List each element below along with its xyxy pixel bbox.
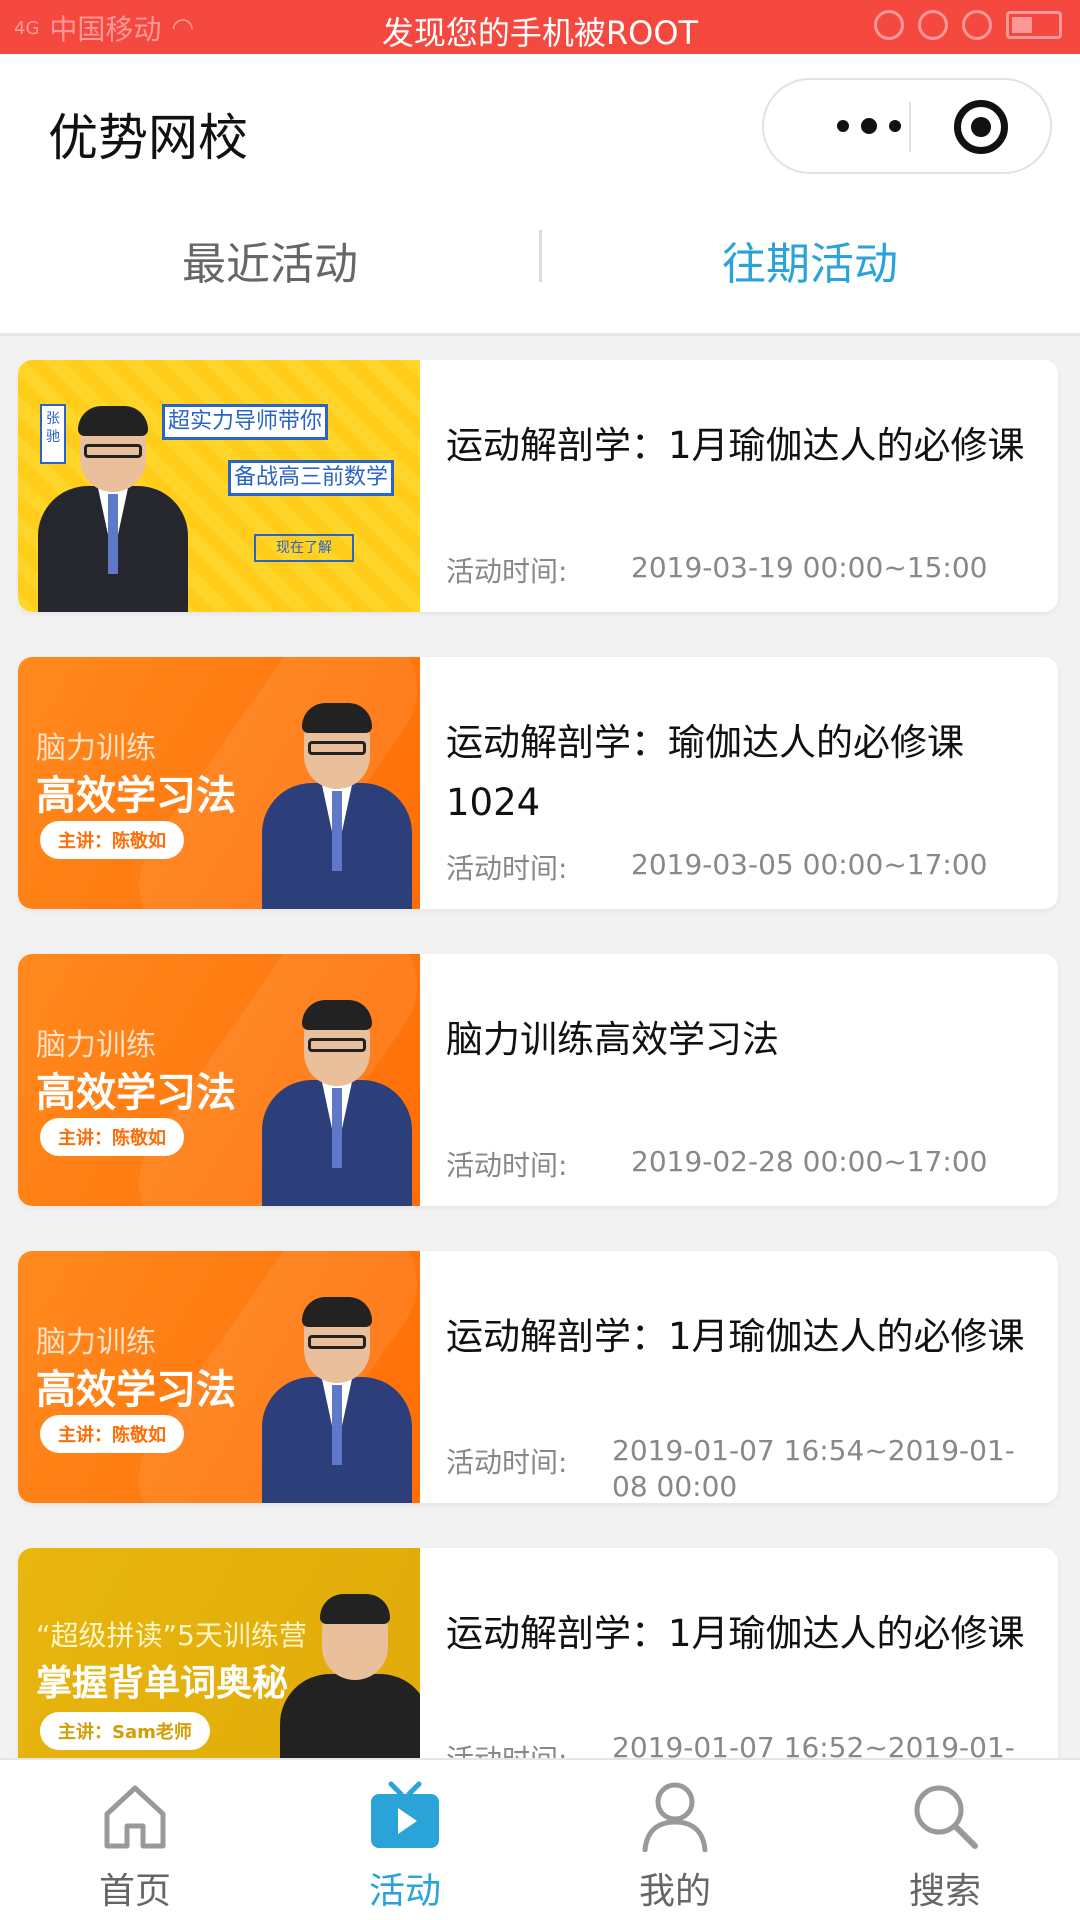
activity-card[interactable]: “超级拼读”5天训练营 掌握背单词奥秘 主讲：Sam老师 运动解剖学：1月瑜伽达… [18, 1548, 1058, 1760]
activity-time-label: 活动时间: [446, 555, 568, 588]
banner-headline-2: 备战高三前数学 [228, 460, 394, 496]
close-target-icon[interactable] [954, 100, 1008, 154]
banner-speaker: 主讲：陈敬如 [40, 1415, 184, 1453]
activity-time-label: 活动时间: [446, 1149, 568, 1182]
banner-headline: 高效学习法 [36, 1070, 236, 1116]
nav-mine[interactable]: 我的 [540, 1760, 810, 1920]
page-title: 优势网校 [48, 109, 248, 167]
user-icon [642, 1782, 708, 1852]
nav-home-label: 首页 [98, 1871, 171, 1912]
activity-title: 运动解剖学：1月瑜伽达人的必修课 [446, 1315, 1025, 1358]
activity-title: 脑力训练高效学习法 [446, 1018, 779, 1061]
home-icon [104, 1785, 166, 1849]
activity-info: 脑力训练高效学习法 活动时间: 2019-02-28 00:00~17:00 [446, 954, 1036, 1206]
bell-off-icon [918, 10, 948, 40]
banner-headline: 掌握背单词奥秘 [36, 1663, 289, 1704]
activity-info: 运动解剖学：瑜伽达人的必修课1024 活动时间: 2019-03-05 00:0… [446, 657, 1036, 909]
nav-activities-label: 活动 [368, 1871, 441, 1912]
activity-time: 2019-03-05 00:00~17:00 [631, 848, 988, 881]
teacher-photo [262, 1293, 412, 1503]
banner-subtitle: “超级拼读”5天训练营 [36, 1619, 307, 1652]
activity-list: 张驰 超实力导师带你 备战高三前数学 现在了解 运动解剖学：1月瑜伽达人的必修课… [0, 340, 1080, 1760]
activity-time-label: 活动时间: [446, 852, 568, 885]
activity-banner: 脑力训练 高效学习法 主讲：陈敬如 [18, 657, 420, 909]
activity-title: 运动解剖学：1月瑜伽达人的必修课 [446, 1612, 1025, 1655]
activity-banner: 脑力训练 高效学习法 主讲：陈敬如 [18, 1251, 420, 1503]
capsule-divider [909, 102, 911, 152]
activity-title: 运动解剖学：1月瑜伽达人的必修课 [446, 424, 1025, 467]
activity-time: 2019-01-07 16:54~2019-01-08 00:00 [612, 1434, 1015, 1503]
activity-card[interactable]: 脑力训练 高效学习法 主讲：陈敬如 运动解剖学：瑜伽达人的必修课1024 活动时… [18, 657, 1058, 909]
banner-headline: 高效学习法 [36, 1367, 236, 1413]
banner-subtitle: 脑力训练 [36, 1325, 156, 1360]
banner-headline: 高效学习法 [36, 773, 236, 819]
nav-home[interactable]: 首页 [0, 1760, 270, 1920]
activity-time: 2019-03-19 00:00~15:00 [631, 551, 988, 584]
activity-tabs: 最近活动 往期活动 [0, 204, 1080, 336]
banner-speaker: 主讲：陈敬如 [40, 1118, 184, 1156]
activity-banner: 脑力训练 高效学习法 主讲：陈敬如 [18, 954, 420, 1206]
banner-cta: 现在了解 [254, 534, 354, 562]
status-icons [874, 10, 1062, 40]
activity-banner: 张驰 超实力导师带你 备战高三前数学 现在了解 [18, 360, 420, 612]
nav-mine-label: 我的 [638, 1871, 711, 1912]
activity-time: 2019-01-07 16:52~2019-01-09 [612, 1731, 1015, 1760]
banner-speaker: 主讲：陈敬如 [40, 821, 184, 859]
activity-info: 运动解剖学：1月瑜伽达人的必修课 活动时间: 2019-01-07 16:52~… [446, 1548, 1036, 1760]
activity-time-label: 活动时间: [446, 1743, 568, 1760]
activity-card[interactable]: 脑力训练 高效学习法 主讲：陈敬如 脑力训练高效学习法 活动时间: 2019-0… [18, 954, 1058, 1206]
nav-search[interactable]: 搜索 [810, 1760, 1080, 1920]
nav-search-label: 搜索 [908, 1871, 981, 1912]
activity-info: 运动解剖学：1月瑜伽达人的必修课 活动时间: 2019-01-07 16:54~… [446, 1251, 1036, 1503]
hd-call-icon [962, 10, 992, 40]
status-bar: 4G 中国移动 ◠ 发现您的手机被ROOT [0, 0, 1080, 54]
teacher-photo [262, 996, 412, 1206]
activity-banner: “超级拼读”5天训练营 掌握背单词奥秘 主讲：Sam老师 [18, 1548, 420, 1760]
tab-past-activities[interactable]: 往期活动 [540, 228, 1080, 292]
nav-activities[interactable]: 活动 [270, 1760, 540, 1920]
headset-icon [874, 10, 904, 40]
activity-info: 运动解剖学：1月瑜伽达人的必修课 活动时间: 2019-03-19 00:00~… [446, 360, 1036, 612]
banner-headline-1: 超实力导师带你 [162, 404, 328, 440]
teacher-photo [280, 1590, 420, 1760]
activity-time-label: 活动时间: [446, 1446, 568, 1479]
more-menu-icon[interactable] [804, 80, 934, 172]
activity-time: 2019-02-28 00:00~17:00 [631, 1145, 988, 1178]
banner-subtitle: 脑力训练 [36, 1028, 156, 1063]
tv-icon [371, 1781, 439, 1848]
banner-speaker: 主讲：Sam老师 [40, 1712, 210, 1750]
banner-subtitle: 脑力训练 [36, 731, 156, 766]
search-icon [914, 1785, 978, 1849]
teacher-photo [262, 699, 412, 909]
activity-card[interactable]: 脑力训练 高效学习法 主讲：陈敬如 运动解剖学：1月瑜伽达人的必修课 活动时间:… [18, 1251, 1058, 1503]
mini-program-capsule [762, 78, 1052, 174]
tab-recent-activities[interactable]: 最近活动 [0, 228, 540, 292]
activity-title: 运动解剖学：瑜伽达人的必修课1024 [446, 721, 964, 824]
bottom-tab-bar: 首页 活动 我的 搜索 [0, 1758, 1080, 1920]
app-header: 优势网校 [0, 54, 1080, 204]
activity-card[interactable]: 张驰 超实力导师带你 备战高三前数学 现在了解 运动解剖学：1月瑜伽达人的必修课… [18, 360, 1058, 612]
battery-icon [1006, 11, 1062, 39]
